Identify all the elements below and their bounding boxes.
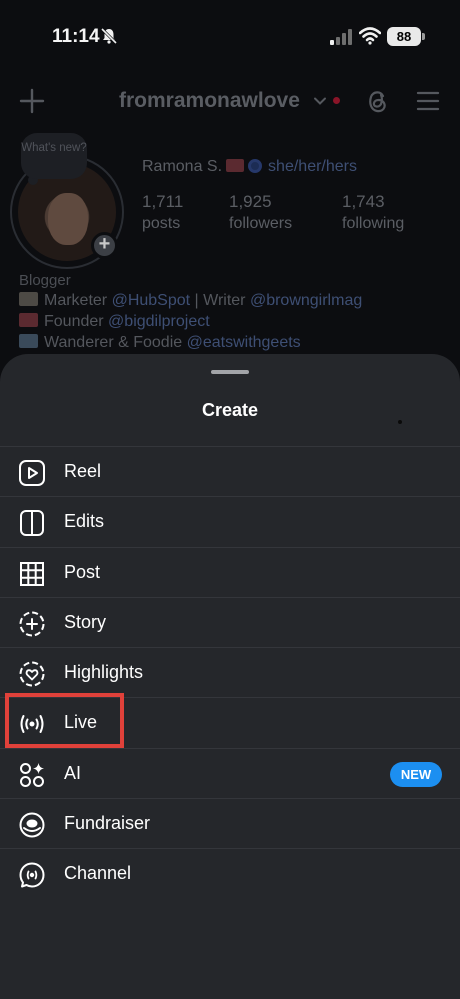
sheet-dot [398,420,402,424]
menu-item-post[interactable]: Post [0,546,460,597]
cellular-signal-icon [330,29,352,45]
bio-line-2-text: Founder [44,313,109,330]
bio-line-3: Wanderer & Foodie @eatswithgeets [19,334,301,352]
reel-icon [19,460,45,486]
display-name-text: Ramona S. [142,158,223,175]
channel-icon [19,862,45,888]
grid-icon [20,561,44,586]
stat-posts-label: posts [142,215,181,232]
stat-posts[interactable]: 1,711 posts [142,192,183,233]
add-story-button[interactable]: + [91,232,118,259]
status-bar: 11:14 88 [0,0,460,70]
avatar-face [48,193,88,245]
heart-emoji-icon [226,159,245,172]
status-time: 11:14 [52,26,100,47]
menu-label-post: Post [64,561,101,582]
stat-followers-label: followers [229,215,293,232]
mention-bigdilproject[interactable]: @bigdilproject [108,313,210,330]
note-bubble[interactable]: What's new? [21,133,87,179]
menu-label-story: Story [64,611,107,632]
mention-eatswithgeets[interactable]: @eatswithgeets [187,334,301,351]
stat-following[interactable]: 1,743 following [342,192,404,233]
menu-item-highlights[interactable]: Highlights [0,647,460,697]
menu-item-reel[interactable]: Reel [0,446,460,496]
wifi-icon [359,27,381,45]
fundraiser-icon [19,812,45,838]
new-badge: NEW [390,761,442,787]
plus-icon[interactable] [19,88,45,114]
mention-hubspot[interactable]: @HubSpot [112,292,191,309]
menu-item-channel[interactable]: Channel [0,848,460,898]
ai-sparkle-icon [20,762,44,787]
bio-line-2: Founder @bigdilproject [19,313,210,331]
sheet-drag-handle[interactable] [211,370,249,374]
create-menu-list: Reel Edits Post Story Highlights Live AI… [0,446,460,899]
profile-username[interactable]: fromramonawlove [119,89,300,113]
stat-following-value: 1,743 [342,192,385,211]
silent-bell-icon [100,27,118,45]
edits-icon [20,510,44,537]
menu-label-channel: Channel [64,863,132,884]
battery-indicator: 88 [387,27,421,46]
create-bottom-sheet: Create Reel Edits Post Story Highlights … [0,354,460,999]
pronouns: she/her/hers [268,158,357,175]
chevron-down-icon[interactable] [313,94,327,108]
menu-item-fundraiser[interactable]: Fundraiser [0,798,460,848]
sheet-title: Create [201,400,259,420]
menu-label-fundraiser: Fundraiser [64,813,151,834]
menu-item-ai[interactable]: AI NEW [0,747,460,798]
story-add-icon [19,611,45,637]
menu-label-ai: AI [64,762,82,783]
airplane-emoji-icon [19,334,38,348]
hamburger-menu-icon[interactable] [416,90,440,112]
bio-category: Blogger [19,272,71,289]
bio-line-1: Marketer @HubSpot | Writer @browngirlmag [19,292,362,310]
live-highlight-annotation [5,693,124,748]
stat-followers-value: 1,925 [229,192,272,211]
person-emoji-icon [19,292,38,306]
heart-letter-emoji-icon [19,313,38,327]
menu-label-reel: Reel [64,461,102,481]
highlights-heart-icon [19,661,45,687]
profile-display-name: Ramona S. she/her/hers [142,158,357,176]
stat-following-label: following [342,215,405,232]
evil-eye-emoji-icon [248,159,263,173]
mention-browngirlmag[interactable]: @browngirlmag [250,292,362,309]
battery-tip [422,33,425,40]
menu-item-edits[interactable]: Edits [0,496,460,546]
stat-posts-value: 1,711 [142,192,184,211]
menu-item-story[interactable]: Story [0,596,460,647]
bio-line-1-rest: | Writer [190,292,250,309]
menu-label-highlights: Highlights [64,662,144,683]
bio-line-3-text: Wanderer & Foodie [44,334,187,351]
menu-label-edits: Edits [64,511,105,532]
stat-followers[interactable]: 1,925 followers [229,192,292,233]
bio-line-1-text: Marketer [44,292,112,309]
profile-top-nav: fromramonawlove [0,78,460,124]
notification-dot [333,97,340,104]
threads-icon[interactable] [364,87,390,115]
